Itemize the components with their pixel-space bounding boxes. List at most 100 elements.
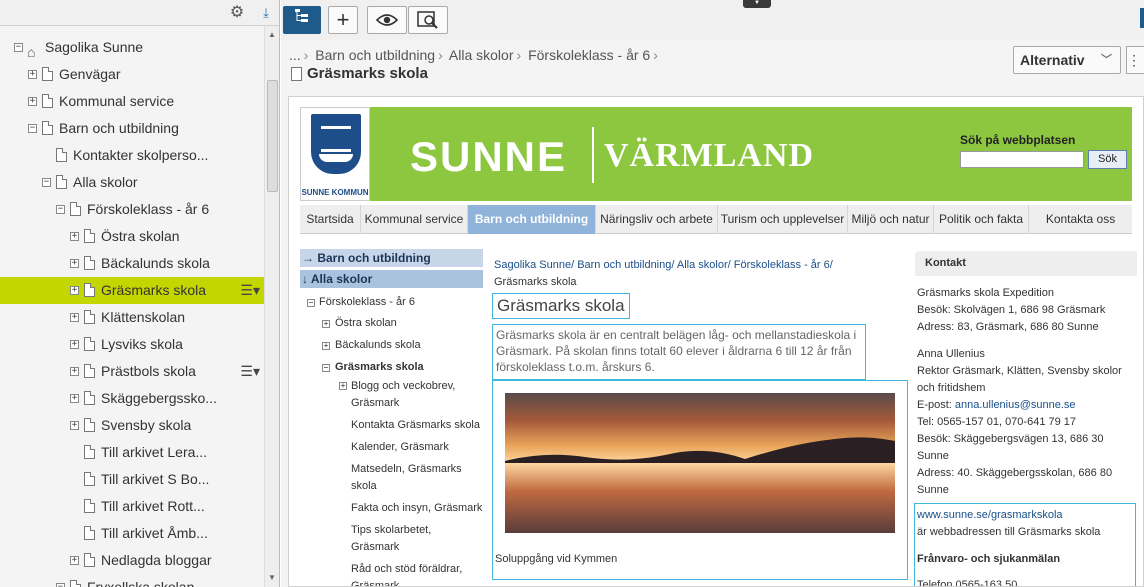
email-link[interactable]: anna.ullenius@sunne.se [955,399,1076,411]
subnav-item[interactable]: skola [351,478,377,495]
add-page-button[interactable]: + [328,6,358,34]
subnav-item[interactable]: Bäckalunds skola [335,337,421,354]
tree-scrollbar[interactable]: ▲ ▼ [264,26,279,587]
site-crumb-link[interactable]: Alla skolor [677,259,728,271]
tree-node[interactable]: + Klättenskolan [0,304,264,331]
expand-icon[interactable]: + [322,342,330,350]
context-menu-icon[interactable]: ☰▾ [240,358,260,385]
tree-node[interactable]: + Lysviks skola [0,331,264,358]
expand-icon[interactable]: + [70,367,79,376]
subnav-item[interactable]: Kontakta Gräsmarks skola [351,417,480,434]
subnav-item[interactable]: Tips skolarbetet, [351,522,431,539]
nav-politik[interactable]: Politik och fakta [934,205,1029,234]
tree-node[interactable]: − Förskoleklass - år 6 [0,196,264,223]
tree-node[interactable]: + Svensby skola [0,412,264,439]
subnav-item[interactable]: Kalender, Gräsmark [351,439,449,456]
nav-turism[interactable]: Turism och upplevelser [718,205,848,234]
page-icon [291,67,302,81]
subnav-head-alla-skolor[interactable]: ↓ Alla skolor [300,270,483,288]
collapse-icon[interactable]: − [56,583,65,587]
tree-node[interactable]: + Gräsmarks skola ☰▾ [0,277,264,304]
expand-icon[interactable]: + [70,313,79,322]
context-menu-icon[interactable]: ☰▾ [240,277,260,304]
expand-icon[interactable]: + [322,320,330,328]
expand-icon[interactable]: + [70,556,79,565]
search-button[interactable]: Sök [1088,150,1127,169]
site-crumb-link[interactable]: Sagolika Sunne [494,259,571,271]
collapse-icon[interactable]: − [42,178,51,187]
tree-node[interactable]: + Prästbols skola ☰▾ [0,358,264,385]
nav-startsida[interactable]: Startsida [300,205,361,234]
nav-miljo[interactable]: Miljö och natur [848,205,934,234]
nav-kontakta-oss[interactable]: Kontakta oss [1029,205,1132,234]
collapse-icon[interactable]: − [307,299,315,307]
tree-node[interactable]: − ⌂ Sagolika Sunne [0,34,264,61]
collapse-icon[interactable]: − [56,205,65,214]
site-logo[interactable]: SUNNE KOMMUN [300,107,370,201]
scroll-thumb[interactable] [267,80,278,192]
web-address-link[interactable]: www.sunne.se/grasmarkskola [917,507,1063,524]
right-panel-tab[interactable] [1140,8,1144,28]
expand-icon[interactable]: + [70,232,79,241]
image-block[interactable]: Soluppgång vid Kymmen [492,380,908,580]
expand-icon[interactable]: + [70,394,79,403]
subnav-item[interactable]: Förskoleklass - år 6 [319,294,415,311]
tree-node[interactable]: Till arkivet Lera... [0,439,264,466]
expand-icon[interactable]: + [28,97,37,106]
tree-node[interactable]: Till arkivet S Bo... [0,466,264,493]
subnav-item[interactable]: Östra skolan [335,315,397,332]
pin-icon[interactable]: ⤓ [256,3,276,23]
nav-naringsliv[interactable]: Näringsliv och arbete [596,205,718,234]
tree-node[interactable]: + Skäggebergssko... [0,385,264,412]
site-heading[interactable]: Gräsmarks skola [492,293,630,319]
subnav-item-current[interactable]: Gräsmarks skola [335,359,424,376]
breadcrumb-item[interactable]: ... [289,47,301,63]
subnav-item[interactable]: Blogg och veckobrev, [351,378,455,395]
collapse-icon[interactable]: − [28,124,37,133]
tree-node[interactable]: + Nedlagda bloggar [0,547,264,574]
grid-view-button[interactable]: ⋮⋮ [1126,46,1144,74]
expand-icon[interactable]: + [70,259,79,268]
expand-icon[interactable]: + [70,340,79,349]
site-crumb-link[interactable]: Förskoleklass - år 6 [734,259,830,271]
tree-node[interactable]: + Kommunal service [0,88,264,115]
tree-node[interactable]: − Fryxellska skolan [0,574,264,587]
expand-icon[interactable]: + [70,286,79,295]
tree-node[interactable]: − Barn och utbildning [0,115,264,142]
expand-icon[interactable]: + [70,421,79,430]
collapse-icon[interactable]: − [14,43,23,52]
gear-icon[interactable]: ⚙ [227,3,247,23]
alternativ-dropdown[interactable]: Alternativ ﹀ [1013,46,1121,74]
nav-kommunal-service[interactable]: Kommunal service [361,205,468,234]
tree-node[interactable]: + Bäckalunds skola [0,250,264,277]
breadcrumb-item[interactable]: Förskoleklass - år 6 [528,47,650,63]
nav-barn-och-utbildning[interactable]: Barn och utbildning [468,205,596,234]
tree-node[interactable]: − Alla skolor [0,169,264,196]
preview-button[interactable] [408,6,448,34]
expand-icon[interactable]: + [28,70,37,79]
subnav-item[interactable]: Gräsmark [351,578,399,586]
scroll-up-icon[interactable]: ▲ [268,30,276,39]
expand-icon[interactable]: + [339,382,347,390]
breadcrumb-item[interactable]: Barn och utbildning [315,47,435,63]
collapse-toolbar-tab[interactable]: ▼ [743,0,771,8]
tree-node[interactable]: + Genvägar [0,61,264,88]
site-crumb-link[interactable]: Barn och utbildning [577,259,671,271]
view-mode-button[interactable] [367,6,407,34]
collapse-icon[interactable]: − [322,364,330,372]
subnav-item[interactable]: Gräsmark [351,395,399,412]
search-input[interactable] [960,151,1084,168]
tree-node[interactable]: Kontakter skolperso... [0,142,264,169]
subnav-item[interactable]: Gräsmark [351,539,399,556]
tree-node[interactable]: Till arkivet Rott... [0,493,264,520]
scroll-down-icon[interactable]: ▼ [268,573,276,582]
site-intro[interactable]: Gräsmarks skola är en centralt belägen l… [492,324,866,380]
subnav-item[interactable]: Råd och stöd föräldrar, [351,561,462,578]
tree-node[interactable]: Till arkivet Åmb... [0,520,264,547]
toggle-tree-button[interactable] [283,6,321,34]
tree-node[interactable]: + Östra skolan [0,223,264,250]
subnav-item[interactable]: Fakta och insyn, Gräsmark [351,500,482,517]
breadcrumb-item[interactable]: Alla skolor [449,47,514,63]
subnav-head-barn[interactable]: → Barn och utbildning [300,249,483,267]
subnav-item[interactable]: Matsedeln, Gräsmarks [351,461,462,478]
